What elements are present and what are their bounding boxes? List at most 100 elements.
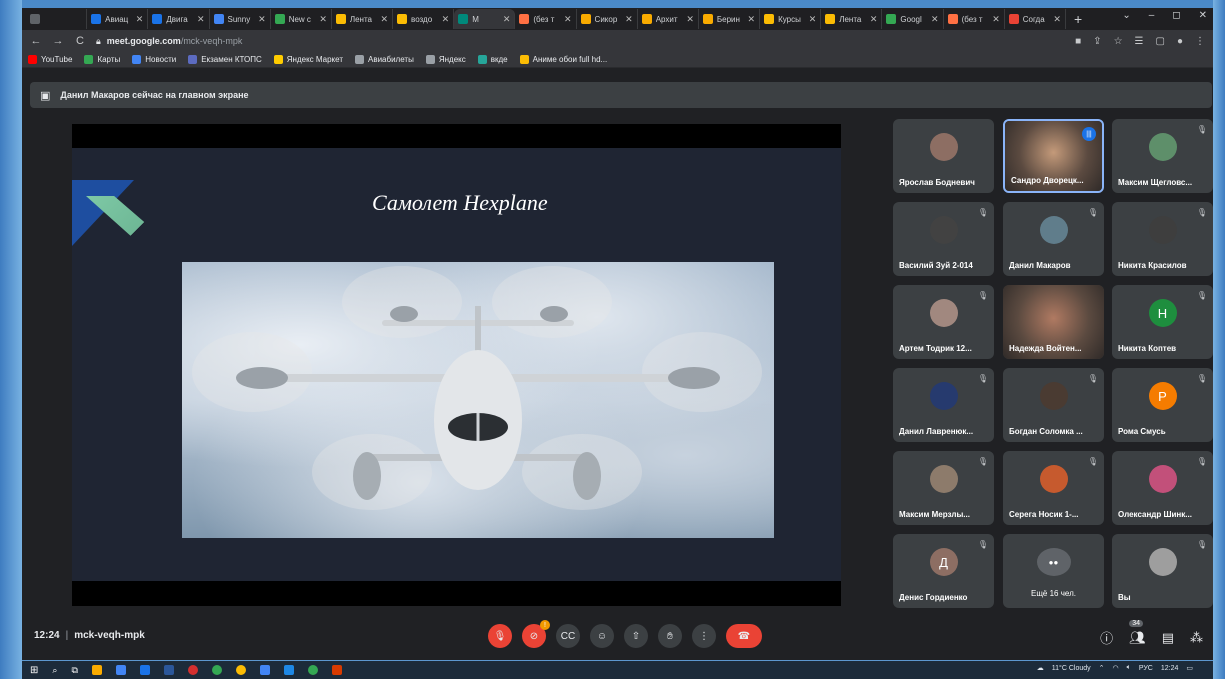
participant-tile[interactable]: 🎙︎ Артем Тодрик 12... xyxy=(893,285,994,359)
opera-icon[interactable] xyxy=(187,665,198,675)
raise-hand-button[interactable]: ✋︎ xyxy=(658,624,682,648)
bookmark-item[interactable]: Екзамен КТОПС xyxy=(188,55,262,64)
browser-tab[interactable]: M ✕ xyxy=(454,9,516,29)
browser-tab[interactable] xyxy=(26,9,88,29)
file-explorer-icon[interactable] xyxy=(91,665,102,675)
tab-close-icon[interactable]: ✕ xyxy=(1053,14,1061,25)
participant-tile[interactable]: 🎙︎ Данил Макаров xyxy=(1003,202,1104,276)
tab-close-icon[interactable]: ✕ xyxy=(625,14,633,25)
reload-icon[interactable]: C xyxy=(74,35,86,47)
browser-tab[interactable]: Двига ✕ xyxy=(148,9,210,29)
profile-icon[interactable]: ● xyxy=(1177,36,1183,47)
tab-close-icon[interactable]: ✕ xyxy=(564,14,572,25)
tab-close-icon[interactable]: ✕ xyxy=(319,14,327,25)
store-icon[interactable] xyxy=(115,665,126,675)
participant-tile[interactable]: Р 🎙︎ Рома Смусь xyxy=(1112,368,1213,442)
tab-close-icon[interactable]: ✕ xyxy=(258,14,266,25)
participant-tile[interactable]: Надежда Войтен... xyxy=(1003,285,1104,359)
new-tab-icon[interactable]: + xyxy=(1066,11,1090,27)
camera-toggle-button[interactable]: ⊘! xyxy=(522,620,550,648)
extensions-icon[interactable]: ☰ xyxy=(1135,36,1144,47)
chrome-second-icon[interactable] xyxy=(307,665,318,675)
wifi-icon[interactable]: ◠ xyxy=(1113,664,1119,672)
people-button[interactable]: 34 👥︎ xyxy=(1129,619,1146,646)
bookmark-item[interactable]: Авиабилеты xyxy=(355,55,414,64)
bookmark-item[interactable]: Яндекс Маркет xyxy=(273,55,343,64)
powerpoint-icon[interactable] xyxy=(331,665,342,675)
browser-tab[interactable]: Берин ✕ xyxy=(699,9,761,29)
tab-close-icon[interactable]: ✕ xyxy=(992,14,1000,25)
camera-icon[interactable]: ■ xyxy=(1075,36,1081,47)
tab-close-icon[interactable]: ✕ xyxy=(503,14,511,25)
tab-close-icon[interactable]: ✕ xyxy=(380,14,388,25)
tab-close-icon[interactable]: ✕ xyxy=(809,14,817,25)
search-icon[interactable]: ⌕ xyxy=(52,665,57,676)
chrome-profile-icon[interactable] xyxy=(235,665,246,675)
vpn-icon[interactable] xyxy=(283,665,294,675)
participant-tile[interactable]: Н 🎙︎ Никита Коптев xyxy=(1112,285,1213,359)
participant-tile[interactable]: Д 🎙︎ Денис Гордиенко xyxy=(893,534,994,608)
bookmark-item[interactable]: YouTube xyxy=(28,55,72,64)
bookmark-item[interactable]: Новости xyxy=(132,55,176,64)
chat-icon[interactable]: ▤ xyxy=(1162,630,1174,646)
minimize-icon[interactable]: – xyxy=(1149,10,1155,21)
word-icon[interactable] xyxy=(163,665,174,675)
browser-tab[interactable]: Курсы ✕ xyxy=(760,9,822,29)
task-view-icon[interactable]: ⧉ xyxy=(71,665,77,676)
participant-tile[interactable]: Ярослав Бодневич xyxy=(893,119,994,193)
weather-text[interactable]: 11°C Cloudy xyxy=(1052,665,1091,672)
forward-icon[interactable]: → xyxy=(52,35,64,47)
chevron-down-icon[interactable]: ⌄ xyxy=(1122,10,1130,21)
browser-tab[interactable]: воздо ✕ xyxy=(393,9,455,29)
bookmark-item[interactable]: вкде xyxy=(477,55,508,64)
chrome-active-icon[interactable] xyxy=(259,665,270,675)
activities-icon[interactable]: ⁂ xyxy=(1190,630,1203,646)
tab-close-icon[interactable]: ✕ xyxy=(870,14,878,25)
tab-close-icon[interactable]: ✕ xyxy=(931,14,939,25)
bookmark-item[interactable]: Яндекс xyxy=(425,55,466,64)
reactions-button[interactable]: ☺ xyxy=(590,624,614,648)
sidepanel-icon[interactable]: ▢ xyxy=(1156,36,1165,47)
tab-close-icon[interactable]: ✕ xyxy=(197,14,205,25)
tab-close-icon[interactable]: ✕ xyxy=(686,14,694,25)
windows-start-icon[interactable]: ⊞ xyxy=(30,665,38,676)
browser-tab[interactable]: Сикор ✕ xyxy=(577,9,638,29)
participant-tile[interactable]: 🎙︎ Вы xyxy=(1112,534,1213,608)
info-icon[interactable]: ⓘ xyxy=(1100,628,1113,647)
participant-tile[interactable]: ●● Ещё 16 чел. xyxy=(1003,534,1104,608)
tray-chevron-icon[interactable]: ⌃ xyxy=(1099,664,1105,672)
captions-button[interactable]: CC xyxy=(556,624,580,648)
participant-tile[interactable]: 🎙︎ Данил Лавренюк... xyxy=(893,368,994,442)
browser-tab[interactable]: Согда ✕ xyxy=(1005,9,1066,29)
participant-tile[interactable]: 🎙︎ Максим Щегловс... xyxy=(1112,119,1213,193)
bookmark-item[interactable]: Карты xyxy=(84,55,120,64)
menu-icon[interactable]: ⋮ xyxy=(1195,36,1205,47)
volume-icon[interactable]: 🔈︎ xyxy=(1127,664,1131,672)
presentation-stage[interactable]: Самолет Hexplane xyxy=(72,124,841,606)
chrome-icon[interactable] xyxy=(211,665,222,675)
clock[interactable]: 12:24 xyxy=(1161,665,1179,672)
tab-close-icon[interactable]: ✕ xyxy=(136,14,144,25)
participant-tile[interactable]: 🎙︎ Василий Зуй 2-014 xyxy=(893,202,994,276)
participant-tile[interactable]: 🎙︎ Олександр Шинк... xyxy=(1112,451,1213,525)
star-icon[interactable]: ☆ xyxy=(1114,36,1123,47)
close-icon[interactable]: ✕ xyxy=(1199,10,1207,21)
browser-tab[interactable]: (без т ✕ xyxy=(944,9,1005,29)
participant-tile[interactable]: 🎙︎ Серега Носик 1-... xyxy=(1003,451,1104,525)
browser-tab[interactable]: Googl ✕ xyxy=(882,9,944,29)
bookmark-item[interactable]: Аниме обои full hd... xyxy=(519,55,607,64)
address-bar[interactable]: 🔒︎ meet.google.com/mck-veqh-mpk xyxy=(96,33,1065,49)
participant-tile[interactable]: 🎙︎ Максим Мерзлы... xyxy=(893,451,994,525)
mic-toggle-button[interactable]: 🎙︎ xyxy=(488,624,512,648)
browser-tab[interactable]: Sunny ✕ xyxy=(210,9,271,29)
notifications-icon[interactable]: ▭ xyxy=(1186,664,1193,672)
leave-call-button[interactable]: ☎ xyxy=(726,624,762,648)
browser-tab[interactable]: New c ✕ xyxy=(271,9,332,29)
participant-tile[interactable]: 🎙︎ Богдан Соломка ... xyxy=(1003,368,1104,442)
language-indicator[interactable]: РУС xyxy=(1139,665,1153,672)
browser-tab[interactable]: Авиац ✕ xyxy=(87,9,149,29)
browser-tab[interactable]: Лента ✕ xyxy=(821,9,883,29)
participant-tile[interactable]: ||| Сандро Дворецк... xyxy=(1003,119,1104,193)
browser-tab[interactable]: Лента ✕ xyxy=(332,9,394,29)
restore-icon[interactable]: ◻ xyxy=(1172,10,1180,21)
